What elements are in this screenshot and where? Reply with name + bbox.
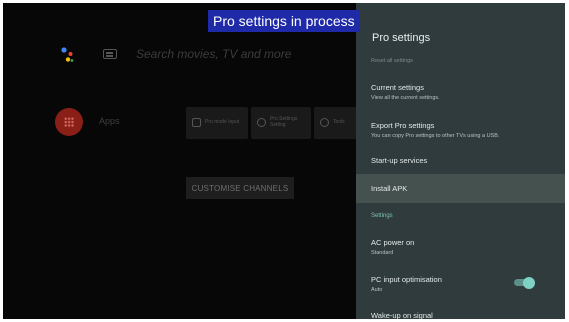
search-input[interactable]: Search movies, TV and more: [136, 47, 291, 61]
item-label: Export Pro settings: [371, 121, 435, 130]
apps-button[interactable]: [55, 108, 83, 136]
item-label: Wake-up on signal: [371, 311, 433, 319]
app-tile-tools[interactable]: Tools: [314, 107, 358, 139]
menu-item-wake-up-on-signal[interactable]: Wake-up on signal: [356, 303, 565, 319]
tv-screen: Search movies, TV and more Apps Pro mode…: [3, 3, 565, 319]
menu-item-install-apk[interactable]: Install APK: [356, 174, 565, 203]
item-label: Start-up services: [371, 156, 428, 165]
item-sub: Standard: [371, 250, 394, 256]
keyboard-icon[interactable]: [103, 49, 117, 59]
apps-label: Apps: [99, 116, 120, 126]
pro-settings-panel: Pro settings Reset all settings Current …: [356, 3, 565, 319]
item-label: AC power on: [371, 238, 415, 247]
pc-input-optimisation-toggle[interactable]: [514, 276, 535, 289]
item-sub: You can copy Pro settings to other TVs u…: [371, 133, 500, 139]
item-label: PC input optimisation: [371, 275, 442, 284]
menu-item-current-settings[interactable]: Current settings View all the current se…: [356, 73, 565, 107]
menu-item-export-pro-settings[interactable]: Export Pro settings You can copy Pro set…: [356, 111, 565, 145]
google-assistant-icon[interactable]: [58, 45, 76, 65]
tile-label: Pro Settings Setting: [270, 116, 298, 128]
toggle-knob: [523, 276, 535, 289]
wrench-icon: [257, 118, 266, 127]
panel-title: Pro settings: [372, 32, 431, 44]
tile-label: Pro mode Input: [205, 119, 240, 125]
item-sub: Auto: [371, 287, 383, 293]
item-label: Current settings: [371, 83, 424, 92]
status-banner: Pro settings in process: [208, 10, 360, 32]
input-icon: [192, 118, 201, 127]
menu-item-start-up-services[interactable]: Start-up services: [356, 149, 565, 171]
power-icon: [320, 118, 329, 127]
reset-all-settings-sub: Reset all settings: [371, 58, 413, 64]
app-tile-pro-settings[interactable]: Pro Settings Setting: [251, 107, 311, 139]
item-sub: View all the current settings.: [371, 95, 440, 101]
apps-grid-icon: [64, 117, 74, 127]
item-label: Install APK: [371, 184, 408, 193]
menu-item-ac-power-on[interactable]: AC power on Standard: [356, 228, 565, 262]
section-header-settings: Settings: [371, 213, 393, 219]
tile-label: Tools: [333, 119, 345, 125]
customise-channels-button[interactable]: CUSTOMISE CHANNELS: [186, 177, 294, 199]
app-tile-pro-mode[interactable]: Pro mode Input: [186, 107, 248, 139]
